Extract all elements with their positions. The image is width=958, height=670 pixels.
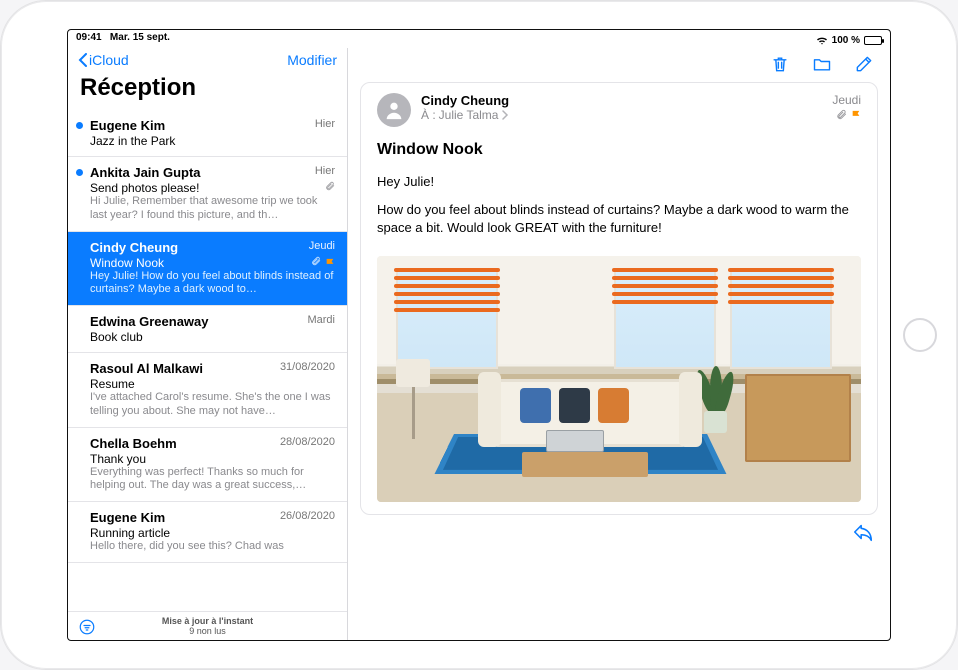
pane-toolbar [348, 48, 890, 76]
list-item[interactable]: Rasoul Al Malkawi 31/08/2020 Resume I've… [68, 353, 347, 428]
message-preview: Hi Julie, Remember that awesome trip we … [90, 195, 335, 223]
list-item[interactable]: Edwina Greenaway Mardi Book club [68, 306, 347, 353]
body-text: How do you feel about blinds instead of … [377, 201, 861, 237]
message-sender: Chella Boehm [90, 436, 177, 451]
delete-button[interactable] [770, 54, 790, 74]
message-date: Hier [315, 118, 335, 133]
chevron-left-icon [78, 53, 87, 67]
message-sender: Ankita Jain Gupta [90, 165, 201, 180]
body-greeting: Hey Julie! [377, 173, 861, 191]
back-button[interactable]: iCloud [78, 52, 129, 68]
list-item[interactable]: Ankita Jain Gupta Hier Send photos pleas… [68, 157, 347, 232]
avatar[interactable] [377, 93, 411, 127]
sidebar-footer: Mise à jour à l'instant 9 non lus [68, 611, 347, 640]
list-item[interactable]: Chella Boehm 28/08/2020 Thank you Everyt… [68, 428, 347, 503]
footer-unread: 9 non lus [68, 626, 347, 636]
status-date: Mar. 15 sept. [110, 32, 170, 43]
wifi-icon [816, 36, 828, 45]
to-line[interactable]: À : Julie Talma [421, 108, 509, 122]
to-name: Julie Talma [439, 108, 499, 122]
message-subject: Thank you [90, 452, 146, 466]
flag-icon [325, 258, 335, 266]
message-date: Jeudi [309, 240, 335, 255]
move-button[interactable] [812, 54, 832, 74]
home-button[interactable] [903, 318, 937, 352]
message-date: Hier [315, 165, 335, 180]
list-item[interactable]: Eugene Kim Hier Jazz in the Park [68, 110, 347, 157]
message-subject: Resume [90, 377, 135, 391]
status-time: 09:41 [76, 32, 102, 43]
message-sender: Eugene Kim [90, 118, 165, 133]
message-date: 31/08/2020 [280, 361, 335, 376]
attachment-icon [311, 256, 321, 269]
unread-dot [76, 122, 83, 129]
list-item[interactable]: Cindy Cheung Jeudi Window Nook Hey Julie… [68, 232, 347, 307]
screen: 09:41 Mar. 15 sept. 100 % iCloud [67, 29, 891, 641]
filter-button[interactable] [78, 618, 96, 636]
message-subject: Jazz in the Park [90, 134, 175, 148]
to-label: À : [421, 108, 436, 122]
message-date: Mardi [307, 314, 335, 329]
message-card: Cindy Cheung À : Julie Talma Jeudi [360, 82, 878, 515]
message-subject: Running article [90, 526, 170, 540]
mailbox-title: Réception [68, 68, 347, 110]
edit-button[interactable]: Modifier [287, 52, 337, 68]
status-right: 100 % [816, 32, 882, 48]
back-label: iCloud [89, 52, 129, 68]
status-bar: 09:41 Mar. 15 sept. 100 % [68, 30, 890, 48]
status-left: 09:41 Mar. 15 sept. [76, 32, 170, 48]
room-image[interactable] [377, 256, 861, 502]
message-subject: Book club [90, 330, 143, 344]
message-subject: Window Nook [90, 256, 164, 270]
mailbox-sidebar: iCloud Modifier Réception Eugene Kim Hie… [68, 48, 348, 640]
message-sender: Rasoul Al Malkawi [90, 361, 203, 376]
list-item[interactable]: Eugene Kim 26/08/2020 Running article He… [68, 502, 347, 563]
message-date: 28/08/2020 [280, 436, 335, 451]
message-sender: Cindy Cheung [90, 240, 178, 255]
message-preview: Hello there, did you see this? Chad was [90, 540, 335, 554]
message-preview: Everything was perfect! Thanks so much f… [90, 466, 335, 494]
message-list[interactable]: Eugene Kim Hier Jazz in the Park Ankita … [68, 110, 347, 611]
unread-dot [76, 169, 83, 176]
message-sender: Edwina Greenaway [90, 314, 209, 329]
ipad-frame: 09:41 Mar. 15 sept. 100 % iCloud [0, 0, 958, 670]
reading-pane: Cindy Cheung À : Julie Talma Jeudi [348, 48, 890, 640]
from-name[interactable]: Cindy Cheung [421, 93, 509, 108]
battery-percent: 100 % [832, 35, 860, 46]
message-preview: Hey Julie! How do you feel about blinds … [90, 270, 335, 298]
battery-icon [864, 36, 882, 45]
message-preview: I've attached Carol's resume. She's the … [90, 391, 335, 419]
message-date: 26/08/2020 [280, 510, 335, 525]
message-sender: Eugene Kim [90, 510, 165, 525]
message-subject: Send photos please! [90, 181, 199, 195]
compose-button[interactable] [854, 54, 874, 74]
attachment-icon [836, 109, 847, 123]
flag-icon [851, 109, 861, 117]
chevron-right-icon [501, 110, 509, 120]
reply-button[interactable] [852, 521, 874, 543]
message-body: Hey Julie! How do you feel about blinds … [377, 173, 861, 248]
message-date: Jeudi [832, 93, 861, 107]
footer-status: Mise à jour à l'instant [68, 616, 347, 626]
message-subject: Window Nook [377, 141, 861, 159]
attachment-icon [325, 181, 335, 194]
